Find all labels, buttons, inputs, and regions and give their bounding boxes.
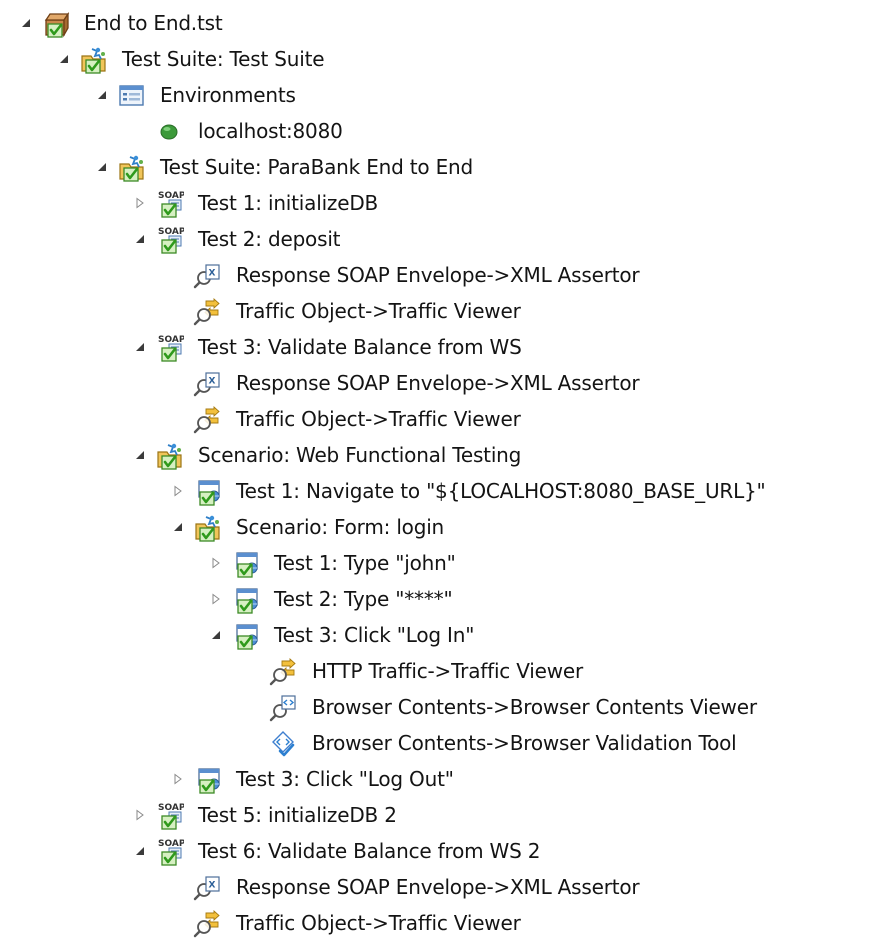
tree-item-label: Browser Contents->Browser Contents Viewe… xyxy=(312,695,757,719)
tree-item-label: localhost:8080 xyxy=(198,119,343,143)
test-suite-icon xyxy=(78,44,108,74)
environments-icon xyxy=(116,80,146,110)
tree-item-label: Test 1: Type "john" xyxy=(274,551,456,575)
soap-client-icon: SOAP xyxy=(154,224,184,254)
tree-item[interactable]: Test Suite: ParaBank End to End xyxy=(0,149,872,185)
browser-test-icon xyxy=(192,764,222,794)
tree-item[interactable]: X Response SOAP Envelope->XML Assertor xyxy=(0,365,872,401)
traffic-viewer-icon xyxy=(268,656,298,686)
tree-item[interactable]: Scenario: Form: login xyxy=(0,509,872,545)
tree-item-label: Browser Contents->Browser Validation Too… xyxy=(312,731,737,755)
tree-item[interactable]: Test 3: Click "Log In" xyxy=(0,617,872,653)
xml-assertor-icon: X xyxy=(192,872,222,902)
expand-arrow-icon[interactable] xyxy=(208,617,224,653)
scenario-icon xyxy=(154,440,184,470)
scenario-icon xyxy=(192,512,222,542)
tree-item-label: Test 1: Navigate to "${LOCALHOST:8080_BA… xyxy=(236,479,766,503)
browser-validation-tool-icon xyxy=(268,728,298,758)
expand-arrow-icon[interactable] xyxy=(132,221,148,257)
collapse-arrow-icon[interactable] xyxy=(132,797,148,833)
traffic-viewer-icon xyxy=(192,296,222,326)
tree-item-label: Test Suite: ParaBank End to End xyxy=(160,155,474,179)
svg-text:X: X xyxy=(209,881,216,891)
tree-item[interactable]: X Response SOAP Envelope->XML Assertor xyxy=(0,869,872,905)
tree-item-label: Test 6: Validate Balance from WS 2 xyxy=(198,839,541,863)
tree-item-label: Scenario: Form: login xyxy=(236,515,445,539)
tree-item[interactable]: End to End.tst xyxy=(0,5,872,41)
collapse-arrow-icon[interactable] xyxy=(208,545,224,581)
soap-client-icon: SOAP xyxy=(154,800,184,830)
tree-item[interactable]: SOAP Test 3: Validate Balance from WS xyxy=(0,329,872,365)
tree-item[interactable]: Scenario: Web Functional Testing xyxy=(0,437,872,473)
tree-item[interactable]: SOAP Test 2: deposit xyxy=(0,221,872,257)
expand-arrow-icon[interactable] xyxy=(132,833,148,869)
tree-item-label: Traffic Object->Traffic Viewer xyxy=(236,407,521,431)
test-suite-icon xyxy=(116,152,146,182)
browser-test-icon xyxy=(192,476,222,506)
expand-arrow-icon[interactable] xyxy=(94,149,110,185)
browser-test-icon xyxy=(230,620,260,650)
traffic-viewer-icon xyxy=(192,404,222,434)
tree-item-label: Scenario: Web Functional Testing xyxy=(198,443,522,467)
tree-item[interactable]: Browser Contents->Browser Validation Too… xyxy=(0,725,872,761)
tree-item[interactable]: Test Suite: Test Suite xyxy=(0,41,872,77)
svg-text:X: X xyxy=(209,377,216,387)
tree-item-label: Test 5: initializeDB 2 xyxy=(198,803,397,827)
tree-item-label: Response SOAP Envelope->XML Assertor xyxy=(236,263,640,287)
tree-item-label: Response SOAP Envelope->XML Assertor xyxy=(236,371,640,395)
environment-icon xyxy=(154,116,184,146)
tree-item[interactable]: SOAP Test 6: Validate Balance from WS 2 xyxy=(0,833,872,869)
xml-assertor-icon: X xyxy=(192,260,222,290)
collapse-arrow-icon[interactable] xyxy=(170,473,186,509)
tree-item-label: Traffic Object->Traffic Viewer xyxy=(236,911,521,935)
collapse-arrow-icon[interactable] xyxy=(132,185,148,221)
tree-item-label: Traffic Object->Traffic Viewer xyxy=(236,299,521,323)
tree-item-label: Test 1: initializeDB xyxy=(198,191,379,215)
tree-item[interactable]: Environments xyxy=(0,77,872,113)
tree-item[interactable]: HTTP Traffic->Traffic Viewer xyxy=(0,653,872,689)
tree-item[interactable]: Traffic Object->Traffic Viewer xyxy=(0,293,872,329)
tree-item[interactable]: Test 1: Navigate to "${LOCALHOST:8080_BA… xyxy=(0,473,872,509)
tree-item-label: Test Suite: Test Suite xyxy=(122,47,325,71)
soap-client-icon: SOAP xyxy=(154,332,184,362)
tree-item-label: Test 2: Type "****" xyxy=(274,587,453,611)
tree-item-label: End to End.tst xyxy=(84,11,223,35)
collapse-arrow-icon[interactable] xyxy=(208,581,224,617)
tree-item-label: HTTP Traffic->Traffic Viewer xyxy=(312,659,584,683)
browser-test-icon xyxy=(230,548,260,578)
tree-item[interactable]: Test 1: Type "john" xyxy=(0,545,872,581)
tree-item-label: Test 3: Click "Log In" xyxy=(274,623,475,647)
soap-client-icon: SOAP xyxy=(154,836,184,866)
tree-item[interactable]: SOAP Test 1: initializeDB xyxy=(0,185,872,221)
browser-contents-viewer-icon xyxy=(268,692,298,722)
collapse-arrow-icon[interactable] xyxy=(170,761,186,797)
tree-item-label: Environments xyxy=(160,83,296,107)
expand-arrow-icon[interactable] xyxy=(94,77,110,113)
tree-item[interactable]: X Response SOAP Envelope->XML Assertor xyxy=(0,257,872,293)
tree-item-label: Test 3: Click "Log Out" xyxy=(236,767,454,791)
tree-item[interactable]: Traffic Object->Traffic Viewer xyxy=(0,401,872,437)
expand-arrow-icon[interactable] xyxy=(18,5,34,41)
expand-arrow-icon[interactable] xyxy=(170,509,186,545)
browser-test-icon xyxy=(230,584,260,614)
tree-item[interactable]: Traffic Object->Traffic Viewer xyxy=(0,905,872,941)
svg-text:X: X xyxy=(209,269,216,279)
tree-item-label: Response SOAP Envelope->XML Assertor xyxy=(236,875,640,899)
tree-item-label: Test 3: Validate Balance from WS xyxy=(198,335,522,359)
tree-item[interactable]: SOAP Test 5: initializeDB 2 xyxy=(0,797,872,833)
expand-arrow-icon[interactable] xyxy=(56,41,72,77)
tree-item-label: Test 2: deposit xyxy=(198,227,341,251)
tree-item[interactable]: Test 2: Type "****" xyxy=(0,581,872,617)
soap-client-icon: SOAP xyxy=(154,188,184,218)
test-tree: End to End.tst Test Suite: Test Suite Envi… xyxy=(0,5,872,941)
tree-item[interactable]: localhost:8080 xyxy=(0,113,872,149)
expand-arrow-icon[interactable] xyxy=(132,329,148,365)
tst-file-icon xyxy=(40,8,70,38)
expand-arrow-icon[interactable] xyxy=(132,437,148,473)
tree-item[interactable]: Browser Contents->Browser Contents Viewe… xyxy=(0,689,872,725)
xml-assertor-icon: X xyxy=(192,368,222,398)
traffic-viewer-icon xyxy=(192,908,222,938)
tree-item[interactable]: Test 3: Click "Log Out" xyxy=(0,761,872,797)
